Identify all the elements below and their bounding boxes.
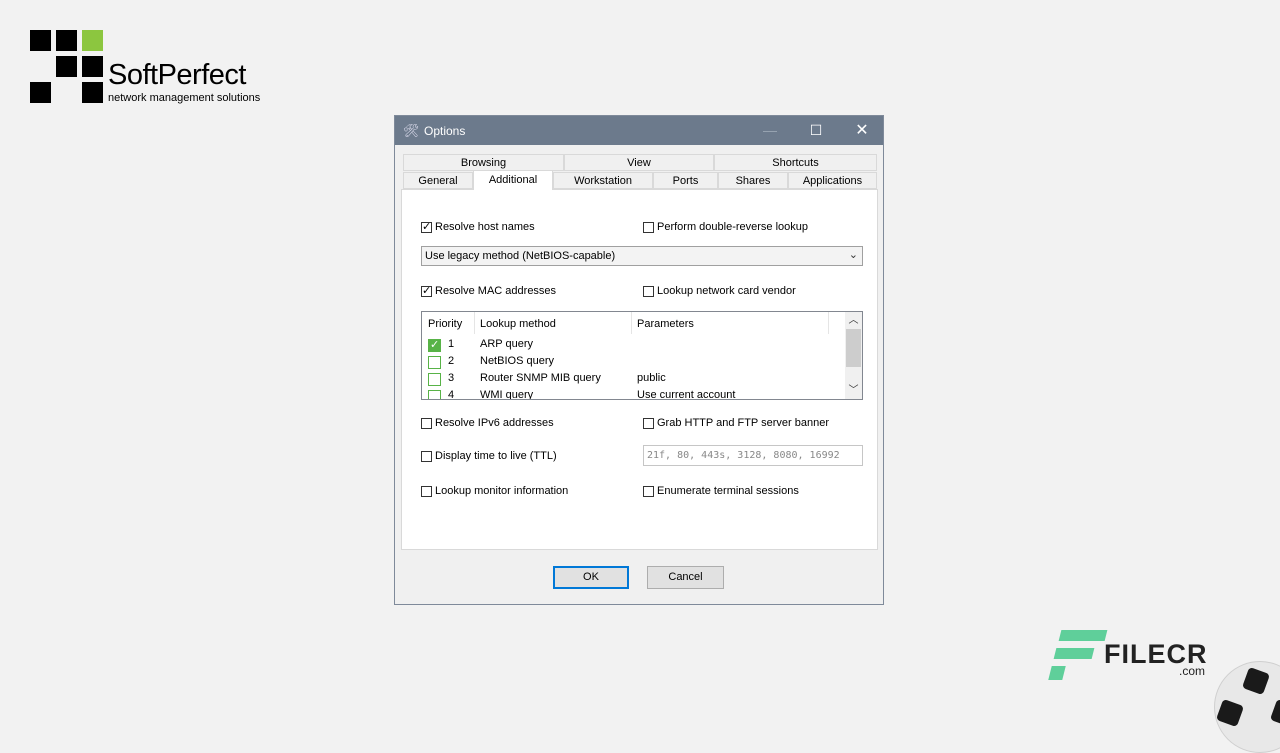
priority-cell: 4 <box>448 389 455 400</box>
resolve-host-names-checkbox[interactable]: Resolve host names <box>421 220 535 233</box>
column-separator <box>631 312 632 334</box>
grab-banner-checkbox[interactable]: Grab HTTP and FTP server banner <box>643 417 829 429</box>
maximize-button[interactable]: ☐ <box>793 116 839 145</box>
scroll-thumb[interactable] <box>846 329 861 367</box>
softperfect-logo: SoftPerfect network management solutions <box>30 30 270 110</box>
logo-square <box>56 56 77 77</box>
tab-workstation[interactable]: Workstation <box>553 172 653 189</box>
checkbox-label: Resolve host names <box>435 221 535 233</box>
checkbox-box[interactable] <box>643 285 654 297</box>
title-bar[interactable]: 🛠 Options — ☐ ✕ <box>395 116 883 145</box>
checkbox-box[interactable] <box>643 417 654 429</box>
checkbox-label: Lookup network card vendor <box>657 285 796 297</box>
additional-panel: Resolve host names Perform double-revers… <box>401 189 878 550</box>
column-header-lookup-method[interactable]: Lookup method <box>480 312 556 334</box>
dialog-title: Options <box>424 124 466 138</box>
checkbox-box[interactable] <box>643 221 654 233</box>
logo-square <box>82 56 103 77</box>
checkbox-box[interactable] <box>643 485 654 497</box>
enumerate-sessions-checkbox[interactable]: Enumerate terminal sessions <box>643 485 799 497</box>
table-row[interactable]: 1 ARP query <box>422 337 842 354</box>
ok-button[interactable]: OK <box>553 566 629 589</box>
checkbox-label: Resolve IPv6 addresses <box>435 417 554 429</box>
tab-general[interactable]: General <box>403 172 473 189</box>
scroll-up-icon[interactable]: ︿ <box>845 312 862 329</box>
table-row[interactable]: 3 Router SNMP MIB query public <box>422 371 842 388</box>
table-row[interactable]: 2 NetBIOS query <box>422 354 842 371</box>
tab-browsing[interactable]: Browsing <box>403 154 564 171</box>
row-checkbox[interactable] <box>428 356 441 369</box>
watermark-bar <box>1048 666 1066 680</box>
tools-icon: 🛠 <box>403 123 420 138</box>
watermark-domain: .com <box>1179 664 1206 678</box>
soccer-ball-icon <box>1214 661 1280 753</box>
checkbox-label: Enumerate terminal sessions <box>657 485 799 497</box>
row-checkbox[interactable] <box>428 373 441 386</box>
row-checkbox[interactable] <box>428 338 441 352</box>
close-button[interactable]: ✕ <box>839 116 885 145</box>
banner-ports-input[interactable] <box>647 447 847 464</box>
checkbox-box[interactable] <box>421 450 432 462</box>
logo-name: SoftPerfect <box>108 59 246 91</box>
row-checkbox[interactable] <box>428 390 441 399</box>
cancel-button[interactable]: Cancel <box>647 566 724 589</box>
checkbox-box[interactable] <box>421 485 432 497</box>
scroll-down-icon[interactable]: ﹀ <box>845 382 862 399</box>
watermark-bar <box>1058 630 1108 641</box>
checkbox-box[interactable] <box>421 284 432 297</box>
logo-square-green <box>82 30 103 51</box>
column-separator <box>828 312 829 334</box>
parameters-cell: Use current account <box>637 389 736 400</box>
column-header-priority[interactable]: Priority <box>428 312 462 334</box>
tab-ports[interactable]: Ports <box>653 172 718 189</box>
tab-applications[interactable]: Applications <box>788 172 877 189</box>
checkbox-label: Perform double-reverse lookup <box>657 221 809 233</box>
tab-shares[interactable]: Shares <box>718 172 788 189</box>
lookup-monitor-checkbox[interactable]: Lookup monitor information <box>421 485 568 497</box>
resolve-mac-checkbox[interactable]: Resolve MAC addresses <box>421 284 557 297</box>
lookup-vendor-checkbox[interactable]: Lookup network card vendor <box>643 285 796 297</box>
method-cell: WMI query <box>480 389 534 400</box>
priority-cell: 3 <box>448 372 455 384</box>
resolve-method-select[interactable]: Use legacy method (NetBIOS-capable) ⌄ <box>421 246 863 266</box>
method-cell: ARP query <box>480 338 533 350</box>
tab-shortcuts[interactable]: Shortcuts <box>714 154 877 171</box>
logo-tagline: network management solutions <box>108 92 261 104</box>
chevron-down-icon[interactable]: ⌄ <box>849 248 858 261</box>
display-ttl-checkbox[interactable]: Display time to live (TTL) <box>421 450 557 462</box>
checkbox-box[interactable] <box>421 220 432 233</box>
vertical-scrollbar[interactable]: ︿ ﹀ <box>845 312 862 399</box>
checkbox-label: Lookup monitor information <box>435 485 569 497</box>
checkbox-label: Display time to live (TTL) <box>435 450 557 462</box>
priority-cell: 1 <box>448 338 455 350</box>
lookup-method-list[interactable]: Priority Lookup method Parameters 1 ARP … <box>421 311 863 400</box>
checkbox-label: Grab HTTP and FTP server banner <box>657 417 829 429</box>
minimize-button[interactable]: — <box>747 116 793 145</box>
resolve-ipv6-checkbox[interactable]: Resolve IPv6 addresses <box>421 417 554 429</box>
column-separator <box>474 312 475 334</box>
logo-square <box>30 82 51 103</box>
priority-cell: 2 <box>448 355 455 367</box>
select-value: Use legacy method (NetBIOS-capable) <box>425 250 616 262</box>
method-cell: NetBIOS query <box>480 355 554 367</box>
table-row[interactable]: 4 WMI query Use current account <box>422 388 842 400</box>
logo-square <box>56 30 77 51</box>
tab-view[interactable]: View <box>564 154 714 171</box>
filecr-watermark: FILECR .com <box>1046 628 1280 753</box>
method-cell: Router SNMP MIB query <box>480 372 601 384</box>
watermark-bar <box>1053 648 1095 659</box>
options-dialog: 🛠 Options — ☐ ✕ Browsing View Shortcuts … <box>394 115 884 605</box>
logo-square <box>30 30 51 51</box>
column-header-parameters[interactable]: Parameters <box>637 312 694 334</box>
logo-square <box>82 82 103 103</box>
double-reverse-lookup-checkbox[interactable]: Perform double-reverse lookup <box>643 221 808 233</box>
tab-additional[interactable]: Additional <box>473 170 553 190</box>
banner-ports-field[interactable] <box>643 445 863 466</box>
checkbox-label: Resolve MAC addresses <box>435 285 557 297</box>
checkbox-box[interactable] <box>421 417 432 429</box>
parameters-cell: public <box>637 372 666 384</box>
